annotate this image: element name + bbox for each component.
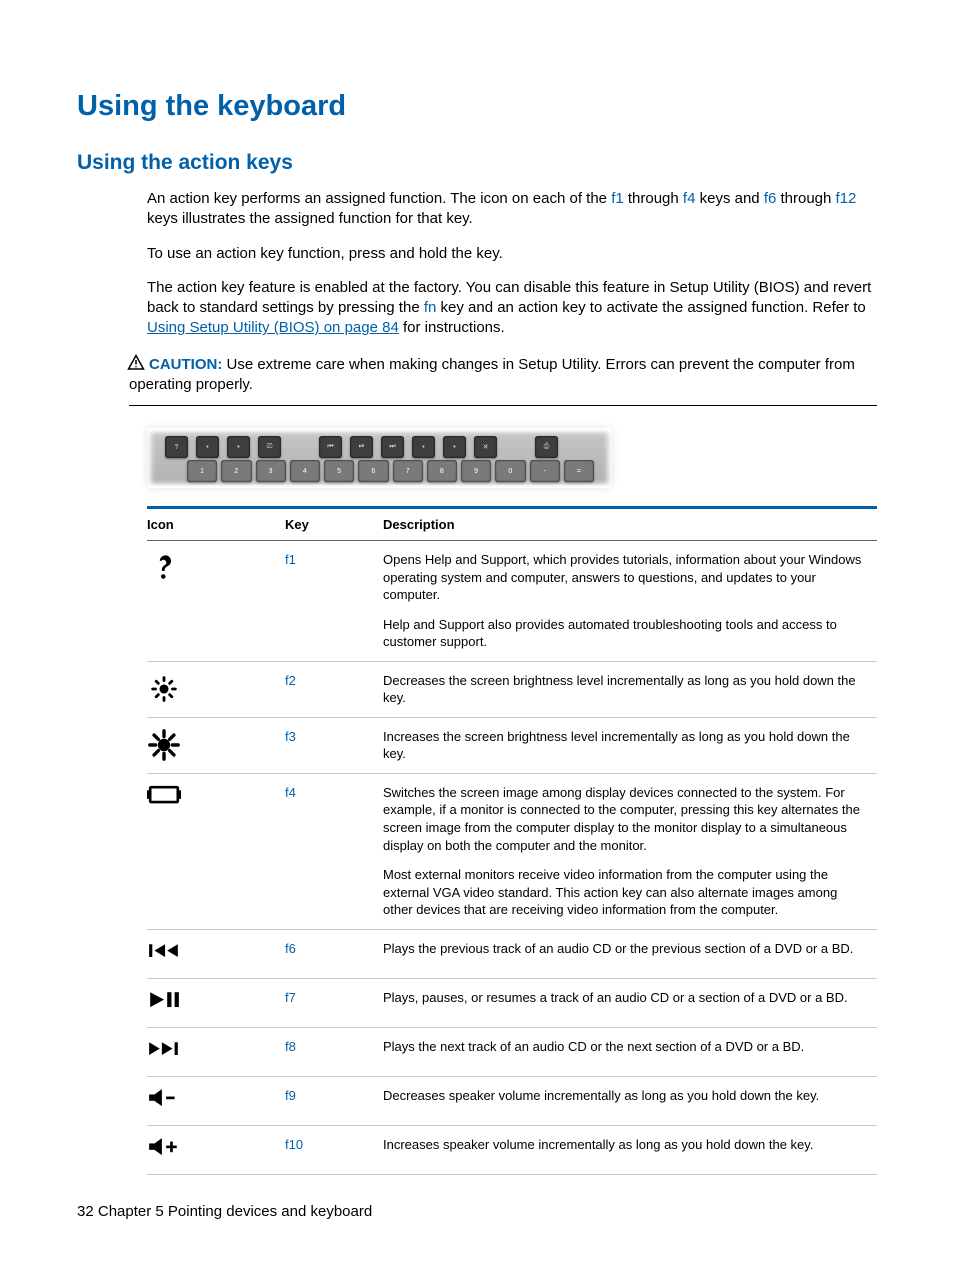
key-ref-fn: fn: [424, 299, 437, 316]
key-cell: f4: [285, 773, 383, 929]
desc-cell: Opens Help and Support, which provides t…: [383, 541, 877, 662]
caution-triangle-icon: [127, 354, 145, 370]
th-icon: Icon: [147, 508, 285, 541]
page-number: 32: [77, 1203, 94, 1220]
help-icon: [147, 551, 181, 579]
caution-block: CAUTION: Use extreme care when making ch…: [129, 353, 877, 407]
table-row: f6Plays the previous track of an audio C…: [147, 929, 877, 978]
desc-cell: Decreases the screen brightness level in…: [383, 661, 877, 717]
brightness-down-icon: [147, 672, 181, 700]
link-setup-utility[interactable]: Using Setup Utility (BIOS) on page 84: [147, 319, 399, 336]
table-row: f8Plays the next track of an audio CD or…: [147, 1027, 877, 1076]
brightness-up-icon: [147, 728, 181, 756]
table-row: f2Decreases the screen brightness level …: [147, 661, 877, 717]
key-ref-f6: f6: [764, 190, 777, 207]
body-text: An action key performs an assigned funct…: [147, 189, 877, 339]
table-row: f10Increases speaker volume incrementall…: [147, 1125, 877, 1174]
volume-up-icon: [147, 1136, 181, 1164]
key-cell: f1: [285, 541, 383, 662]
table-row: f7Plays, pauses, or resumes a track of a…: [147, 978, 877, 1027]
next-track-icon: [147, 1038, 181, 1066]
desc-cell: Switches the screen image among display …: [383, 773, 877, 929]
key-ref-f12: f12: [836, 190, 857, 207]
play-pause-icon: [147, 989, 181, 1017]
chapter-title: Chapter 5 Pointing devices and keyboard: [98, 1203, 372, 1220]
key-cell: f8: [285, 1027, 383, 1076]
table-row: f4Switches the screen image among displa…: [147, 773, 877, 929]
table-row: f9Decreases speaker volume incrementally…: [147, 1076, 877, 1125]
table-row: f3Increases the screen brightness level …: [147, 717, 877, 773]
caution-label: CAUTION:: [149, 356, 222, 373]
key-cell: f6: [285, 929, 383, 978]
desc-cell: Plays the previous track of an audio CD …: [383, 929, 877, 978]
key-ref-f1: f1: [611, 190, 624, 207]
switch-display-icon: [147, 784, 181, 812]
key-cell: f3: [285, 717, 383, 773]
key-cell: f9: [285, 1076, 383, 1125]
section-title: Using the action keys: [77, 151, 877, 175]
key-cell: f2: [285, 661, 383, 717]
key-cell: f10: [285, 1125, 383, 1174]
desc-cell: Plays, pauses, or resumes a track of an …: [383, 978, 877, 1027]
keyboard-image: ?••⎚ ⏮⏯⏭••✕ ⎙ 1234567890-=: [147, 428, 612, 488]
page-title: Using the keyboard: [77, 90, 877, 123]
table-row: f1Opens Help and Support, which provides…: [147, 541, 877, 662]
desc-cell: Increases the screen brightness level in…: [383, 717, 877, 773]
prev-track-icon: [147, 940, 181, 968]
desc-cell: Plays the next track of an audio CD or t…: [383, 1027, 877, 1076]
th-desc: Description: [383, 508, 877, 541]
caution-text: Use extreme care when making changes in …: [129, 356, 855, 393]
page-footer: 32 Chapter 5 Pointing devices and keyboa…: [77, 1203, 372, 1220]
paragraph-3: The action key feature is enabled at the…: [147, 278, 877, 339]
paragraph-2: To use an action key function, press and…: [147, 244, 877, 264]
action-keys-table: Icon Key Description f1Opens Help and Su…: [147, 506, 877, 1175]
key-cell: f7: [285, 978, 383, 1027]
volume-down-icon: [147, 1087, 181, 1115]
paragraph-1: An action key performs an assigned funct…: [147, 189, 877, 230]
key-ref-f4: f4: [683, 190, 696, 207]
th-key: Key: [285, 508, 383, 541]
desc-cell: Decreases speaker volume incrementally a…: [383, 1076, 877, 1125]
desc-cell: Increases speaker volume incrementally a…: [383, 1125, 877, 1174]
